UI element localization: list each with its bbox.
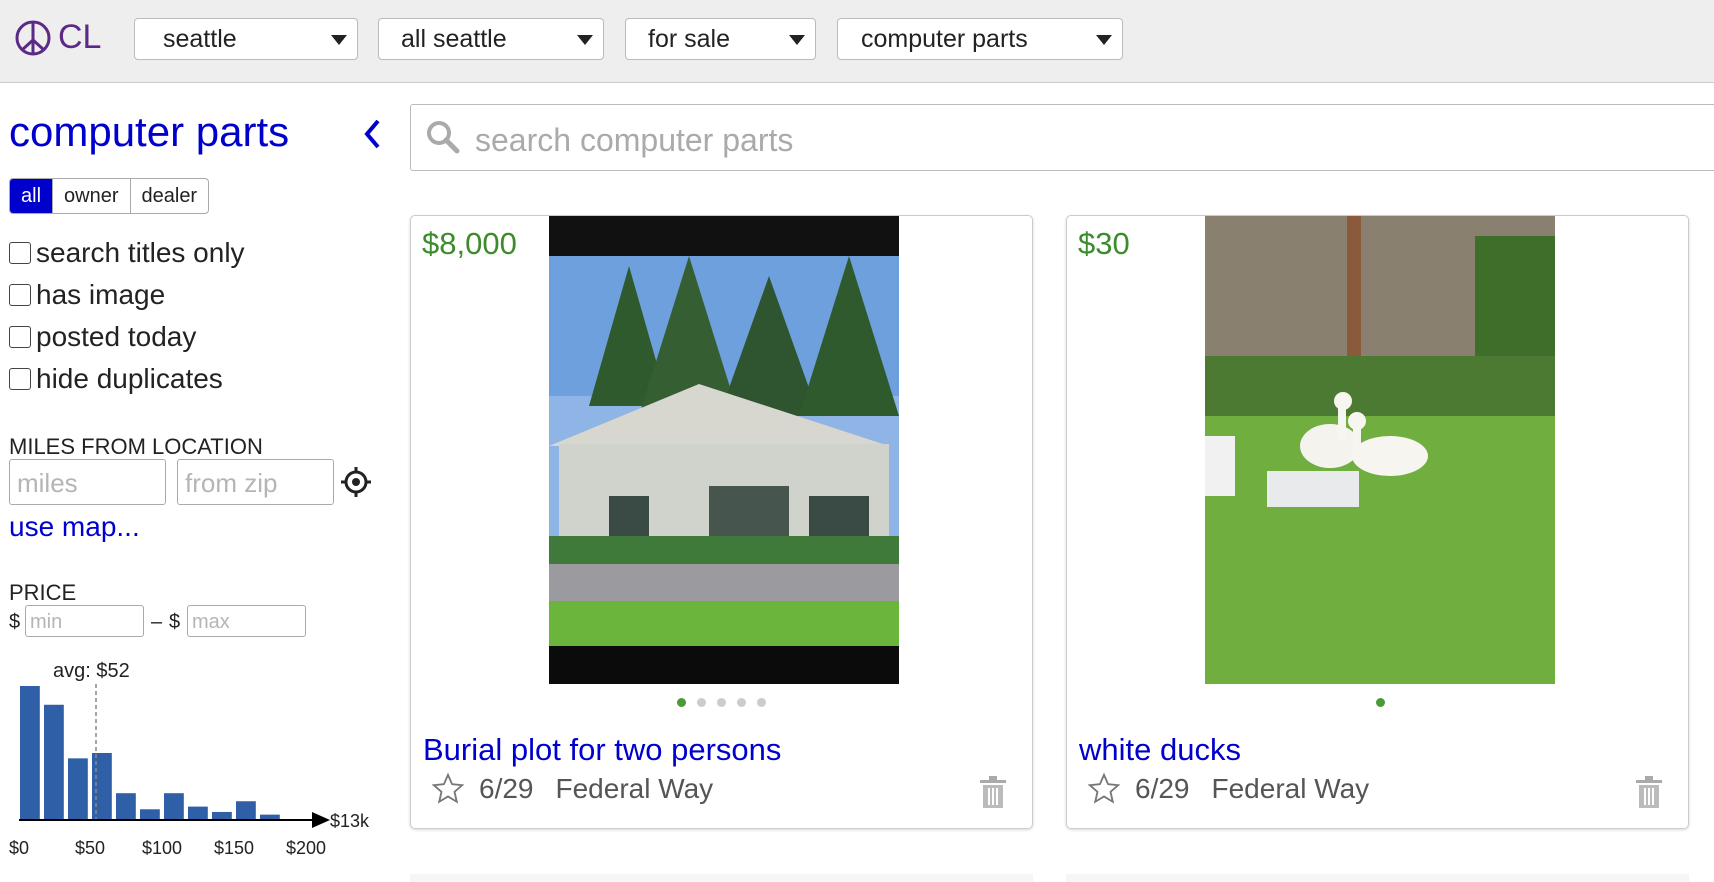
category-select[interactable]: computer parts — [837, 18, 1123, 60]
histogram-tick: $200 — [286, 838, 327, 858]
trash-icon[interactable] — [1636, 776, 1662, 808]
histogram-bar — [68, 758, 88, 820]
checkbox-box[interactable] — [9, 326, 31, 348]
listing-meta: 6/29 Federal Way — [1087, 772, 1369, 806]
currency-max: $ — [169, 611, 181, 633]
logo-text: CL — [58, 18, 102, 56]
trash-icon[interactable] — [980, 776, 1006, 808]
carousel-dot[interactable] — [1376, 698, 1385, 707]
carousel-dot[interactable] — [757, 698, 766, 707]
city-select[interactable]: seattle — [134, 18, 358, 60]
listing-title[interactable]: Burial plot for two persons — [423, 732, 781, 768]
category-select-value: computer parts — [861, 25, 1028, 53]
price-max-input[interactable]: max — [187, 605, 306, 637]
carousel-dot[interactable] — [697, 698, 706, 707]
checkbox-posted-today[interactable]: posted today — [9, 321, 196, 353]
search-icon — [427, 121, 460, 154]
histogram-bar — [140, 809, 160, 820]
carousel-dots — [677, 698, 766, 707]
next-row-card — [410, 874, 1033, 882]
seg-dealer[interactable]: dealer — [131, 179, 209, 213]
listing-title[interactable]: white ducks — [1079, 732, 1241, 768]
histogram-bar — [92, 753, 112, 820]
star-icon[interactable] — [431, 772, 465, 806]
star-icon[interactable] — [1087, 772, 1121, 806]
next-row-card — [1066, 874, 1689, 882]
histogram-bar — [44, 704, 64, 820]
listing-card[interactable]: $8,000 Burial plot for two persons 6/29 … — [410, 215, 1033, 829]
carousel-dot[interactable] — [737, 698, 746, 707]
axis-arrow-icon — [312, 812, 330, 828]
checkbox-box[interactable] — [9, 284, 31, 306]
sidebar-title: computer parts — [9, 108, 290, 155]
chevron-down-icon — [331, 35, 347, 45]
chevron-left-icon[interactable] — [362, 118, 384, 150]
histogram-tick: $0 — [9, 838, 30, 858]
checkbox-label: posted today — [36, 321, 197, 352]
listing-date: 6/29 — [1135, 773, 1190, 804]
locate-icon[interactable] — [341, 467, 371, 497]
section-select-value: for sale — [648, 25, 730, 53]
city-select-value: seattle — [163, 25, 237, 53]
chevron-down-icon — [789, 35, 805, 45]
photo-white-ducks — [1205, 216, 1555, 684]
search-placeholder: search computer parts — [475, 122, 794, 158]
carousel-dots — [1376, 698, 1385, 707]
zip-input[interactable]: from zip — [177, 459, 334, 505]
histogram-bar — [164, 793, 184, 820]
histogram-bar — [212, 811, 232, 820]
histogram-bar — [20, 686, 40, 820]
checkbox-label: has image — [36, 279, 166, 310]
histogram-tick: $100 — [142, 838, 183, 858]
listing-date: 6/29 — [479, 773, 534, 804]
histogram-bar — [236, 801, 256, 820]
listing-price: $8,000 — [422, 226, 517, 261]
seller-type-toggle: all owner dealer — [9, 178, 210, 214]
histogram-end-label: $13k — [330, 811, 370, 831]
photo-cemetery-building — [549, 216, 899, 684]
checkbox-hide-duplicates[interactable]: hide duplicates — [9, 363, 223, 395]
area-select[interactable]: all seattle — [378, 18, 604, 60]
currency-min: $ — [9, 611, 21, 633]
craigslist-logo[interactable]: CL — [14, 18, 101, 57]
checkbox-box[interactable] — [9, 368, 31, 390]
checkbox-search-titles[interactable]: search titles only — [9, 237, 245, 269]
section-select[interactable]: for sale — [625, 18, 816, 60]
use-map-link[interactable]: use map... — [9, 511, 140, 543]
histogram-tick: $50 — [75, 838, 106, 858]
carousel-dot[interactable] — [677, 698, 686, 707]
checkbox-label: search titles only — [36, 237, 245, 268]
listing-photo[interactable] — [549, 216, 899, 684]
miles-input[interactable]: miles — [9, 459, 166, 505]
price-histogram — [19, 684, 330, 828]
chevron-down-icon — [1096, 35, 1112, 45]
chevron-down-icon — [577, 35, 593, 45]
listing-price: $30 — [1078, 226, 1130, 261]
listing-card[interactable]: $30 white ducks 6/29 Federal Way — [1066, 215, 1689, 829]
peace-icon — [15, 20, 51, 55]
miles-label: MILES FROM LOCATION — [9, 434, 263, 459]
listing-photo[interactable] — [1205, 216, 1555, 684]
area-select-value: all seattle — [401, 25, 507, 53]
checkbox-has-image[interactable]: has image — [9, 279, 165, 311]
histogram-bar — [188, 806, 208, 820]
checkbox-box[interactable] — [9, 242, 31, 264]
histogram-bar — [116, 793, 136, 820]
price-label: PRICE — [9, 580, 77, 605]
carousel-dot[interactable] — [717, 698, 726, 707]
top-bar: CL seattle all seattle for sale computer… — [0, 0, 1714, 83]
listing-meta: 6/29 Federal Way — [431, 772, 713, 806]
listing-location: Federal Way — [1211, 773, 1370, 804]
seg-owner[interactable]: owner — [53, 179, 131, 213]
histogram-tick: $150 — [214, 838, 255, 858]
search-input[interactable]: search computer parts — [410, 104, 1714, 171]
seg-all[interactable]: all — [10, 179, 54, 213]
listing-location: Federal Way — [555, 773, 714, 804]
price-min-input[interactable]: min — [25, 605, 144, 637]
price-dash: – — [151, 611, 163, 633]
checkbox-label: hide duplicates — [36, 363, 223, 394]
